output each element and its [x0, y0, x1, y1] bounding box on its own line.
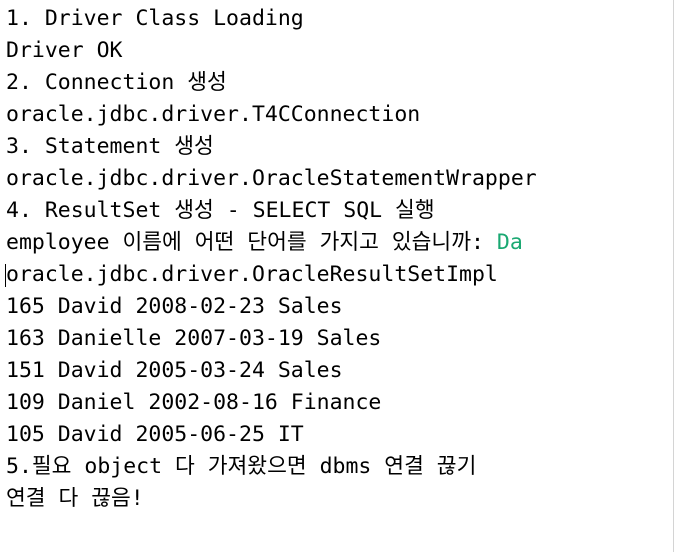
- result-row: 165 David 2008-02-23 Sales: [6, 294, 343, 319]
- console-line-statement: 3. Statement 생성: [6, 134, 214, 159]
- result-row: 151 David 2005-03-24 Sales: [6, 358, 343, 383]
- console-output[interactable]: 1. Driver Class Loading Driver OK 2. Con…: [0, 0, 674, 552]
- console-line-resultset-class: oracle.jdbc.driver.OracleResultSetImpl: [5, 259, 673, 291]
- console-line-driver-ok: Driver OK: [6, 38, 123, 63]
- console-line-closed: 연결 다 끊음!: [6, 486, 144, 511]
- resultset-class-text: oracle.jdbc.driver.OracleResultSetImpl: [6, 262, 498, 287]
- result-row: 163 Danielle 2007-03-19 Sales: [6, 326, 382, 351]
- console-line-driver-loading: 1. Driver Class Loading: [6, 6, 304, 31]
- result-row: 109 Daniel 2002-08-16 Finance: [6, 390, 382, 415]
- prompt-text: employee 이름에 어떤 단어를 가지고 있습니까:: [6, 230, 497, 255]
- console-prompt-line: employee 이름에 어떤 단어를 가지고 있습니까: Da: [6, 227, 673, 259]
- result-row: 105 David 2005-06-25 IT: [6, 422, 304, 447]
- console-line-connection: 2. Connection 생성: [6, 70, 227, 95]
- text-caret: [5, 264, 6, 287]
- user-input-text[interactable]: Da: [497, 230, 523, 255]
- console-line-connection-class: oracle.jdbc.driver.T4CConnection: [6, 102, 421, 127]
- console-line-close: 5.필요 object 다 가져왔으면 dbms 연결 끊기: [6, 454, 477, 479]
- console-line-statement-class: oracle.jdbc.driver.OracleStatementWrappe…: [6, 166, 537, 191]
- console-line-resultset: 4. ResultSet 생성 - SELECT SQL 실행: [6, 198, 435, 223]
